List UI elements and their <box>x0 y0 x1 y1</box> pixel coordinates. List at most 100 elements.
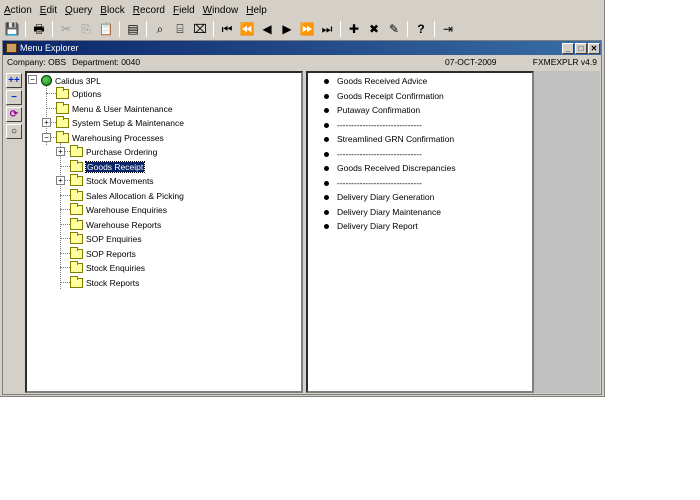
list-item[interactable]: Streamlined GRN Confirmation <box>324 132 454 146</box>
tree-node-label: Stock Reports <box>86 277 140 288</box>
list-item[interactable]: Putaway Confirmation <box>324 103 420 117</box>
tree-node-label: Stock Movements <box>86 175 154 186</box>
list-item[interactable]: Delivery Diary Maintenance <box>324 205 441 219</box>
tree-node-options[interactable]: Options <box>56 86 102 100</box>
list-item[interactable]: Delivery Diary Generation <box>324 190 434 204</box>
tree-node-root[interactable]: Calidus 3PL <box>41 74 101 87</box>
next-set-icon[interactable]: ⏩ <box>297 20 317 38</box>
toolbar-separator <box>213 21 214 37</box>
menu-field[interactable]: Field <box>169 4 199 18</box>
insert-record-icon[interactable]: ✚ <box>344 20 364 38</box>
tree-node-goods-receipt[interactable]: Goods Receipt <box>70 159 146 173</box>
execute-query-icon[interactable]: ⌸ <box>170 20 190 38</box>
collapse-all-icon[interactable]: − <box>6 90 22 105</box>
menu-tree[interactable]: − + − + + Calidus 3PL Options Menu & Use… <box>25 71 303 393</box>
tree-expander[interactable]: + <box>56 176 65 185</box>
next-record-icon[interactable]: ▶ <box>277 20 297 38</box>
folder-icon <box>70 144 83 157</box>
company-label: Company: OBS <box>7 57 67 67</box>
list-item[interactable]: Goods Receipt Confirmation <box>324 89 444 103</box>
menu-mnemonic: H <box>246 5 254 16</box>
help-icon[interactable]: ? <box>411 20 431 38</box>
bullet-icon <box>324 151 329 157</box>
tree-node-system-setup[interactable]: System Setup & Maintenance <box>56 115 184 129</box>
folder-icon <box>56 86 69 99</box>
folder-icon <box>70 202 83 215</box>
tree-node-stock-reports[interactable]: Stock Reports <box>70 275 140 289</box>
bullet-icon <box>324 209 329 215</box>
folder-icon <box>56 115 69 128</box>
list-item[interactable]: Goods Received Discrepancies <box>324 161 456 175</box>
menu-window[interactable]: Window <box>199 4 243 18</box>
toolbar-separator <box>119 21 120 37</box>
save-icon[interactable]: 💾 <box>2 20 22 38</box>
previous-set-icon[interactable]: ⏪ <box>237 20 257 38</box>
tree-node-label: Warehouse Reports <box>86 219 162 230</box>
globe-icon <box>41 75 52 86</box>
tree-node-purchase-ordering[interactable]: Purchase Ordering <box>70 144 157 158</box>
menu-options-list[interactable]: Goods Received Advice Goods Receipt Conf… <box>306 71 534 393</box>
tree-node-sop-reports[interactable]: SOP Reports <box>70 246 136 260</box>
menu-label: dit <box>46 5 58 16</box>
copy-icon[interactable]: ⎘ <box>76 20 96 38</box>
tree-node-warehousing-processes[interactable]: Warehousing Processes <box>56 130 164 144</box>
menu-edit[interactable]: Edit <box>36 4 61 18</box>
previous-record-icon[interactable]: ◀ <box>257 20 277 38</box>
bullet-icon <box>324 93 329 99</box>
refresh-icon[interactable]: ⟳ <box>6 107 22 122</box>
bullet-icon <box>324 194 329 200</box>
menu-record[interactable]: Record <box>129 4 169 18</box>
tree-expander[interactable]: + <box>56 147 65 156</box>
list-item[interactable]: Goods Received Advice <box>324 74 427 88</box>
tree-node-label: Calidus 3PL <box>55 75 101 86</box>
close-button[interactable]: ✕ <box>588 42 600 54</box>
cancel-query-icon[interactable]: ⌧ <box>190 20 210 38</box>
tree-node-stock-movements[interactable]: Stock Movements <box>70 173 154 187</box>
tree-expander[interactable]: + <box>42 118 51 127</box>
tree-node-label: Stock Enquiries <box>86 262 146 273</box>
bullet-icon <box>324 180 329 186</box>
clear-icon[interactable]: ▤ <box>123 20 143 38</box>
last-record-icon[interactable]: ⏭ <box>317 20 337 38</box>
info-bar: Company: OBS Department: 0040 07-OCT-200… <box>3 55 601 69</box>
tree-node-stock-enquiries[interactable]: Stock Enquiries <box>70 260 146 274</box>
tree-node-warehouse-reports[interactable]: Warehouse Reports <box>70 217 162 231</box>
tree-node-sop-enquiries[interactable]: SOP Enquiries <box>70 231 142 245</box>
list-item-label: ------------------------------ <box>337 149 422 159</box>
tree-node-label: Options <box>72 88 102 99</box>
tree-node-warehouse-enquiries[interactable]: Warehouse Enquiries <box>70 202 167 216</box>
print-icon[interactable]: 🖶 <box>29 20 49 38</box>
expand-all-icon[interactable]: ++ <box>6 73 22 88</box>
side-toolbar: ++ − ⟳ ○ <box>6 73 24 141</box>
first-record-icon[interactable]: ⏮ <box>217 20 237 38</box>
window-title-bar[interactable]: Menu Explorer _ □ ✕ <box>3 41 601 55</box>
delete-record-icon[interactable]: ✖ <box>364 20 384 38</box>
menu-query[interactable]: Query <box>61 4 96 18</box>
menu-label: uery <box>72 5 93 16</box>
exit-icon[interactable]: ⇥ <box>438 20 458 38</box>
minimize-button[interactable]: _ <box>562 42 574 54</box>
list-item[interactable]: Delivery Diary Report <box>324 219 418 233</box>
menu-mnemonic: B <box>100 5 107 16</box>
menu-help[interactable]: Help <box>242 4 271 18</box>
tree-node-sales-allocation[interactable]: Sales Allocation & Picking <box>70 188 184 202</box>
folder-icon <box>70 246 83 259</box>
bullet-icon <box>324 78 329 84</box>
edit-icon[interactable]: ✎ <box>384 20 404 38</box>
paste-icon[interactable]: 📋 <box>96 20 116 38</box>
menu-action[interactable]: Action <box>0 4 36 18</box>
folder-icon <box>70 231 83 244</box>
tree-node-menu-user-maintenance[interactable]: Menu & User Maintenance <box>56 101 173 115</box>
menu-label: indow <box>212 5 239 16</box>
menu-block[interactable]: Block <box>96 4 128 18</box>
search-icon[interactable]: ○ <box>6 124 22 139</box>
enter-query-icon[interactable]: ⌕ <box>150 20 170 38</box>
bullet-icon <box>324 107 329 113</box>
cut-icon[interactable]: ✂ <box>56 20 76 38</box>
bullet-icon <box>324 223 329 229</box>
right-empty-panel <box>534 71 600 393</box>
tree-expander[interactable]: − <box>42 133 51 142</box>
list-item-label: Delivery Diary Report <box>337 221 418 231</box>
maximize-button[interactable]: □ <box>575 42 587 54</box>
tree-expander[interactable]: − <box>28 75 37 84</box>
